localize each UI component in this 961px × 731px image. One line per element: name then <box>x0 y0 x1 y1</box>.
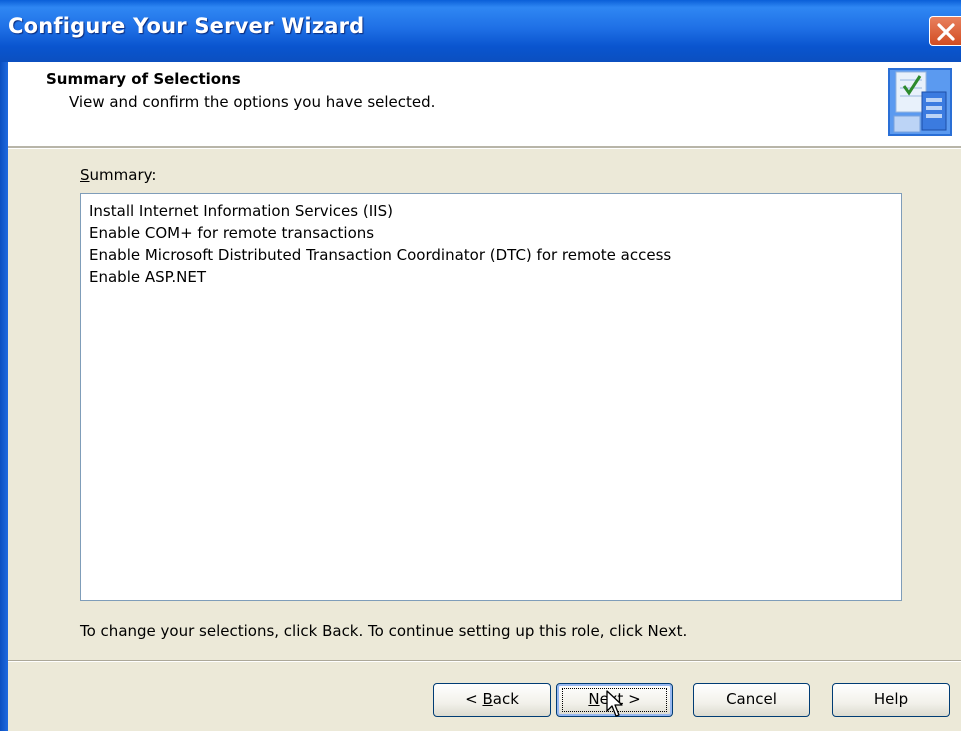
summary-item: Enable Microsoft Distributed Transaction… <box>89 246 672 264</box>
back-button-accel: B <box>482 690 493 708</box>
close-icon <box>937 23 955 41</box>
summary-label-text: ummary: <box>89 166 157 184</box>
close-button[interactable] <box>929 16 961 46</box>
wizard-header: Summary of Selections View and confirm t… <box>8 62 961 146</box>
title-bar[interactable]: Configure Your Server Wizard <box>0 0 961 62</box>
summary-label: Summary: <box>80 166 156 184</box>
window-title: Configure Your Server Wizard <box>8 14 365 38</box>
mouse-cursor-icon <box>606 690 623 717</box>
summary-label-accel: S <box>80 166 90 184</box>
page-title: Summary of Selections <box>46 70 241 88</box>
summary-item: Enable COM+ for remote transactions <box>89 224 375 242</box>
summary-item: Enable ASP.NET <box>89 268 206 286</box>
instruction-text: To change your selections, click Back. T… <box>80 622 688 640</box>
page-subtitle: View and confirm the options you have se… <box>69 93 436 111</box>
back-button-label: ack <box>492 690 519 708</box>
help-button[interactable]: Help <box>832 683 950 717</box>
back-button[interactable]: < Back <box>433 683 551 717</box>
back-button-prefix: < <box>465 690 483 708</box>
summary-textbox[interactable]: Install Internet Information Services (I… <box>80 193 902 601</box>
cancel-button[interactable]: Cancel <box>693 683 810 717</box>
window-frame-left <box>0 62 8 731</box>
footer-divider <box>8 660 961 662</box>
server-checklist-icon <box>882 62 956 138</box>
summary-item: Install Internet Information Services (I… <box>89 202 393 220</box>
